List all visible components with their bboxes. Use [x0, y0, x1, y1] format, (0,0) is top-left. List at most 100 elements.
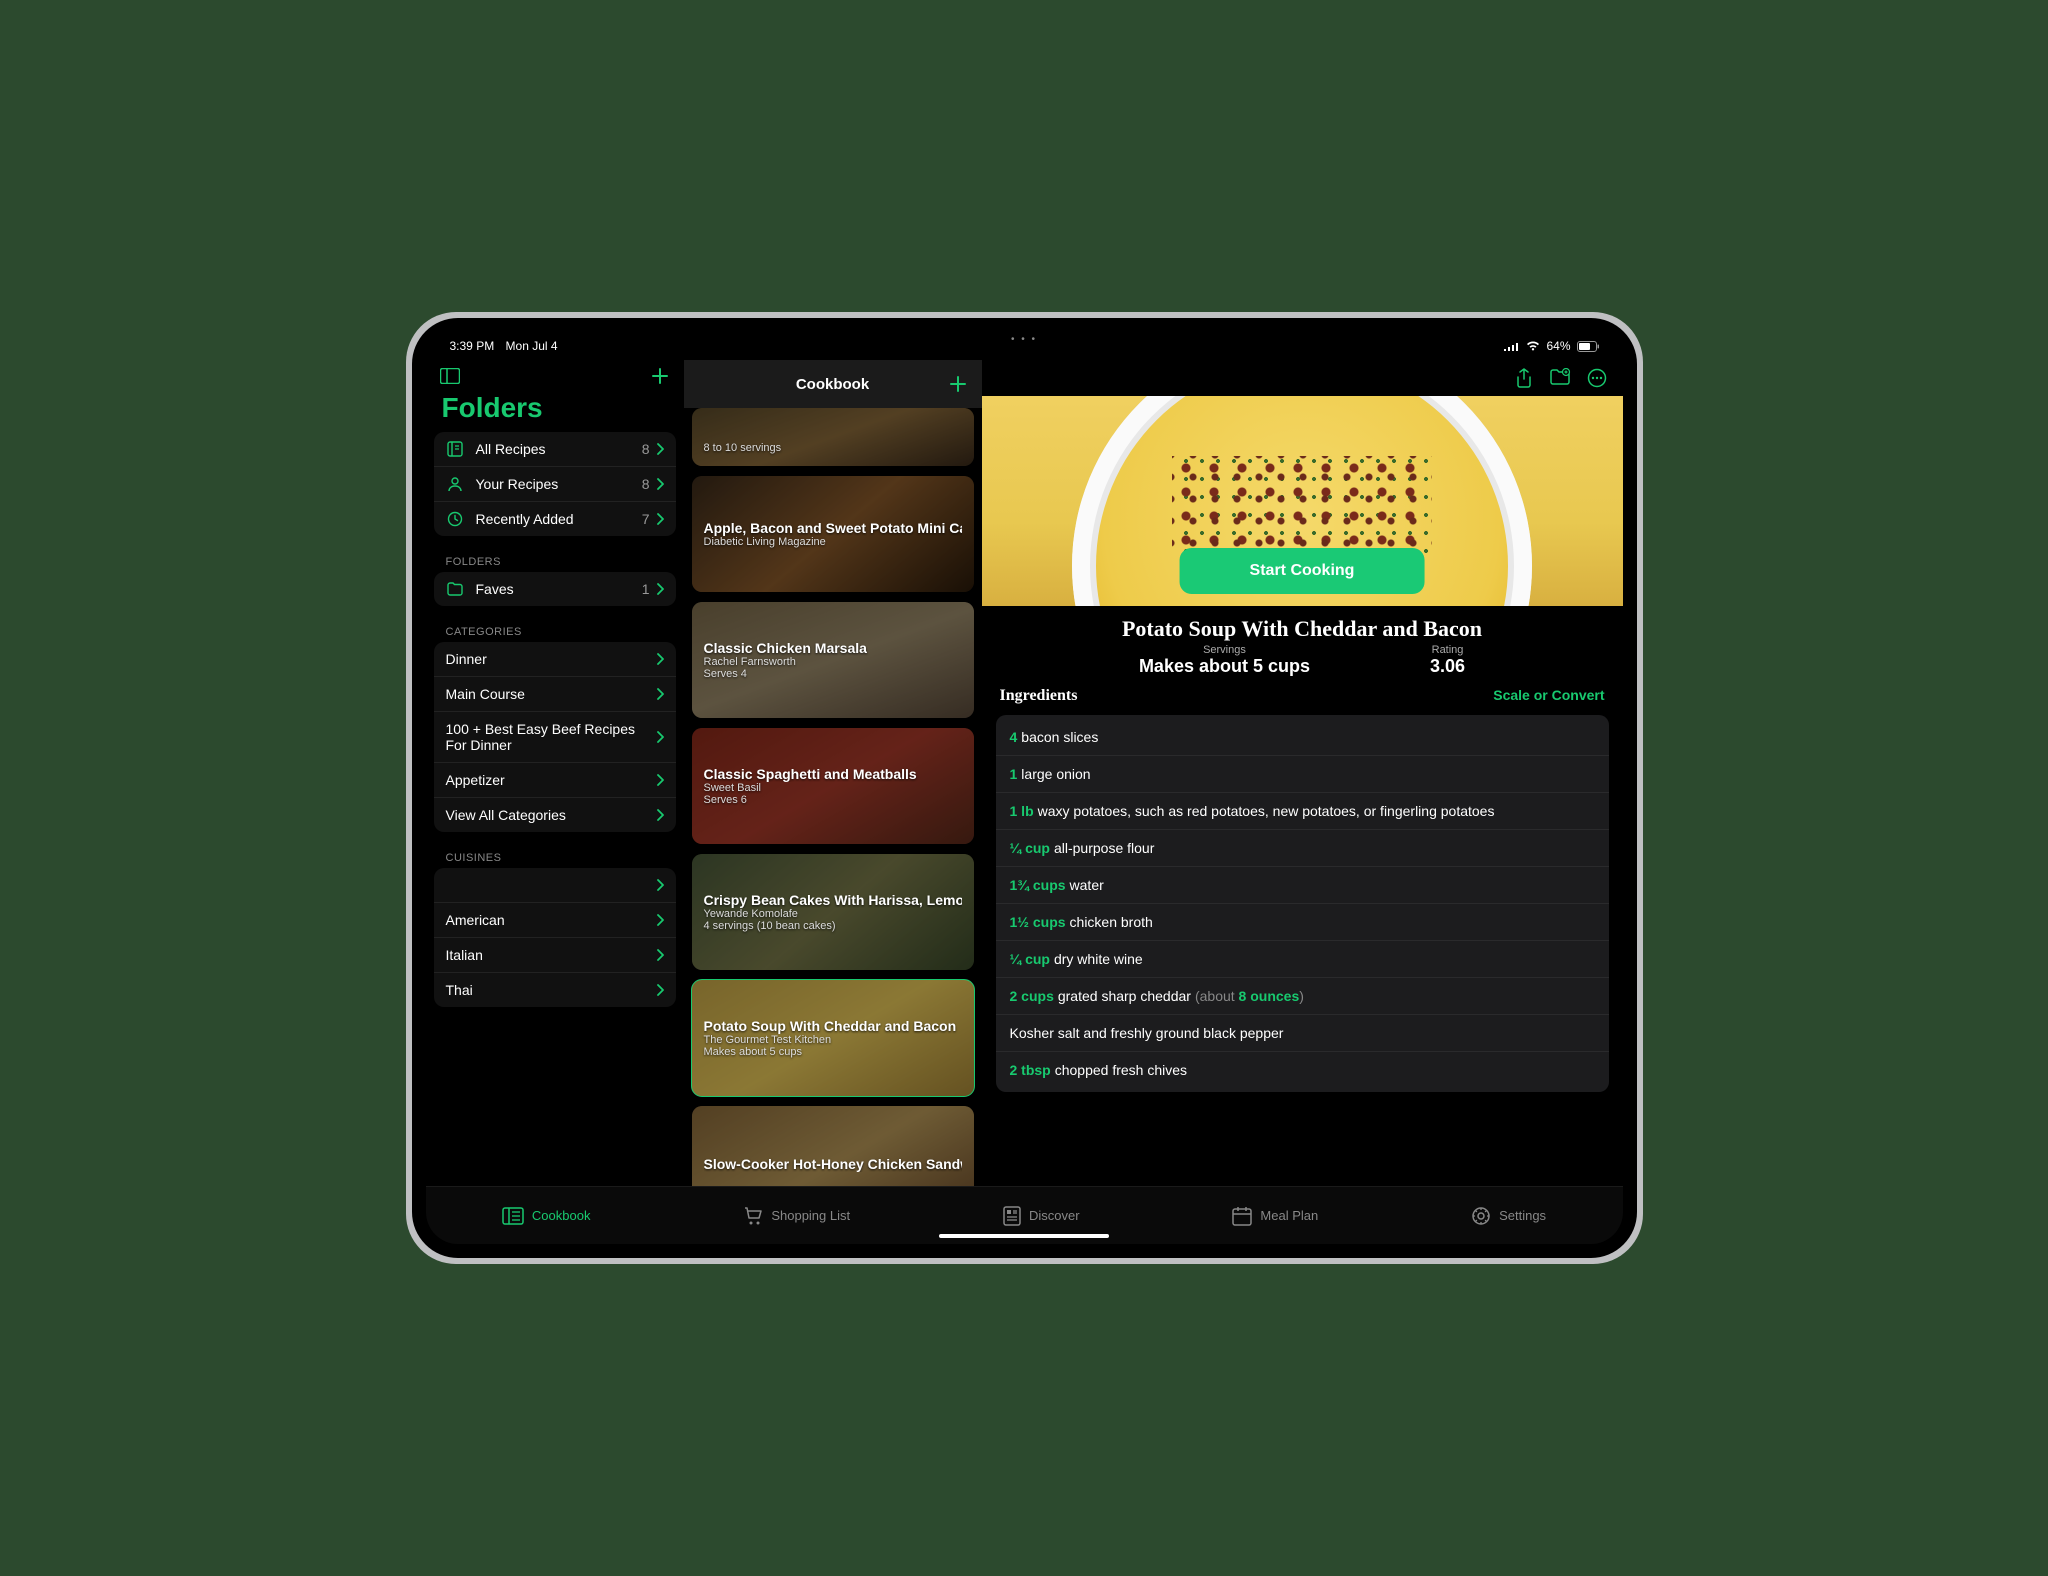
- tab-cookbook[interactable]: Cookbook: [502, 1207, 591, 1225]
- recipe-card-title: Crispy Bean Cakes With Harissa, Lemon an: [704, 892, 962, 908]
- ingredient-amount: 1¾ cups: [1010, 877, 1066, 893]
- tab-label: Shopping List: [771, 1208, 850, 1223]
- sidebar-cuisine[interactable]: American: [434, 902, 676, 937]
- chevron-right-icon: [656, 478, 664, 490]
- row-label: Faves: [476, 581, 642, 597]
- sidebar-category[interactable]: 100 + Best Easy Beef Recipes For Dinner: [434, 711, 676, 762]
- camera-dots: • • •: [1011, 334, 1037, 345]
- add-folder-icon[interactable]: [650, 366, 670, 386]
- chevron-right-icon: [656, 914, 664, 926]
- ingredient-row[interactable]: 2 cups grated sharp cheddar (about 8 oun…: [996, 977, 1609, 1014]
- tab-icon: [1471, 1206, 1491, 1226]
- recipe-card[interactable]: Classic Chicken MarsalaRachel Farnsworth…: [692, 602, 974, 718]
- sidebar-category[interactable]: Appetizer: [434, 762, 676, 797]
- ingredient-row[interactable]: 1 large onion: [996, 755, 1609, 792]
- tab-icon: [502, 1207, 524, 1225]
- rating-value: 3.06: [1430, 656, 1465, 677]
- ingredient-hint: (about 8 ounces): [1195, 988, 1304, 1004]
- sidebar-item-all-recipes[interactable]: All Recipes8: [434, 432, 676, 466]
- ingredient-row[interactable]: 1 lb waxy potatoes, such as red potatoes…: [996, 792, 1609, 829]
- status-battery: 64%: [1546, 339, 1570, 353]
- ingredient-text: Kosher salt and freshly ground black pep…: [1010, 1025, 1284, 1041]
- recipe-card-servings: 8 to 10 servings: [704, 442, 962, 454]
- recipe-card[interactable]: Apple, Bacon and Sweet Potato Mini Casse…: [692, 476, 974, 592]
- home-indicator: [939, 1234, 1109, 1238]
- tab-icon: [1003, 1206, 1021, 1226]
- recipe-card-subtitle: The Gourmet Test Kitchen: [704, 1034, 962, 1046]
- ingredient-row[interactable]: ¼ cup all-purpose flour: [996, 829, 1609, 866]
- wifi-icon: [1526, 341, 1540, 351]
- chevron-right-icon: [656, 443, 664, 455]
- row-count: 8: [642, 476, 650, 492]
- sidebar-cuisine[interactable]: [434, 868, 676, 902]
- start-cooking-button[interactable]: Start Cooking: [1180, 548, 1425, 594]
- recipe-card-title: Potato Soup With Cheddar and Bacon: [704, 1018, 962, 1034]
- clock-icon: [446, 511, 464, 527]
- view-all-categories[interactable]: View All Categories: [434, 797, 676, 832]
- tab-discover[interactable]: Discover: [1003, 1206, 1080, 1226]
- sidebar-category[interactable]: Dinner: [434, 642, 676, 676]
- recipe-card-subtitle: Sweet Basil: [704, 782, 962, 794]
- ingredient-row[interactable]: Kosher salt and freshly ground black pep…: [996, 1014, 1609, 1051]
- recipe-card-servings: 4 servings (10 bean cakes): [704, 920, 962, 932]
- sidebar-item-your-recipes[interactable]: Your Recipes8: [434, 466, 676, 501]
- tab-label: Settings: [1499, 1208, 1546, 1223]
- ingredients-list: 4 bacon slices1 large onion1 lb waxy pot…: [996, 715, 1609, 1092]
- chevron-right-icon: [656, 688, 664, 700]
- sidebar-toggle-icon[interactable]: [440, 368, 460, 384]
- ingredient-text: chopped fresh chives: [1055, 1062, 1187, 1078]
- recipe-card[interactable]: Potato Soup With Cheddar and BaconThe Go…: [692, 980, 974, 1096]
- recipe-detail-column: Start Cooking Potato Soup With Cheddar a…: [982, 360, 1623, 1186]
- tab-shopping-list[interactable]: Shopping List: [743, 1206, 850, 1226]
- ingredient-text: chicken broth: [1070, 914, 1153, 930]
- sidebar-title: Folders: [434, 388, 676, 432]
- tab-meal-plan[interactable]: Meal Plan: [1232, 1206, 1318, 1226]
- sidebar-category[interactable]: Main Course: [434, 676, 676, 711]
- scale-convert-button[interactable]: Scale or Convert: [1493, 687, 1604, 705]
- recipe-card-title: Slow-Cooker Hot-Honey Chicken Sandwich: [704, 1156, 962, 1172]
- rating-label: Rating: [1430, 644, 1465, 656]
- move-folder-icon[interactable]: [1549, 368, 1571, 388]
- ingredient-amount: ¼ cup: [1010, 951, 1050, 967]
- ingredient-row[interactable]: ¼ cup dry white wine: [996, 940, 1609, 977]
- tab-bar: Cookbook Shopping List Discover Meal Plan Se…: [426, 1186, 1623, 1244]
- tab-settings[interactable]: Settings: [1471, 1206, 1546, 1226]
- add-recipe-icon[interactable]: [948, 374, 968, 394]
- more-icon[interactable]: [1587, 368, 1607, 388]
- ingredient-row[interactable]: 2 tbsp chopped fresh chives: [996, 1051, 1609, 1088]
- recipe-card[interactable]: Classic Spaghetti and MeatballsSweet Bas…: [692, 728, 974, 844]
- chevron-right-icon: [656, 879, 664, 891]
- row-count: 7: [642, 511, 650, 527]
- row-count: 8: [642, 441, 650, 457]
- recipe-title: Potato Soup With Cheddar and Bacon: [982, 606, 1623, 644]
- categories-section-header: CATEGORIES: [434, 616, 676, 642]
- ingredient-row[interactable]: 4 bacon slices: [996, 719, 1609, 755]
- ingredient-amount: 1: [1010, 766, 1018, 782]
- recipe-list-header: Cookbook: [796, 376, 869, 393]
- sidebar-item-recently-added[interactable]: Recently Added7: [434, 501, 676, 536]
- sidebar-cuisine[interactable]: Italian: [434, 937, 676, 972]
- chevron-right-icon: [656, 583, 664, 595]
- chevron-right-icon: [656, 949, 664, 961]
- sidebar-cuisine[interactable]: Thai: [434, 972, 676, 1007]
- recipe-card[interactable]: Crispy Bean Cakes With Harissa, Lemon an…: [692, 854, 974, 970]
- chevron-right-icon: [656, 513, 664, 525]
- tab-label: Discover: [1029, 1208, 1080, 1223]
- chevron-right-icon: [656, 774, 664, 786]
- recipe-card[interactable]: 8 to 10 servings: [692, 408, 974, 466]
- sidebar-folder-faves[interactable]: Faves1: [434, 572, 676, 606]
- recipe-card-servings: Serves 4: [704, 668, 962, 680]
- row-label: 100 + Best Easy Beef Recipes For Dinner: [446, 721, 656, 753]
- ingredient-row[interactable]: 1¾ cups water: [996, 866, 1609, 903]
- ingredient-row[interactable]: 1½ cups chicken broth: [996, 903, 1609, 940]
- row-label: View All Categories: [446, 807, 656, 823]
- tab-icon: [1232, 1206, 1252, 1226]
- share-icon[interactable]: [1515, 368, 1533, 388]
- recipe-card-subtitle: Diabetic Living Magazine: [704, 536, 962, 548]
- book-icon: [446, 441, 464, 457]
- recipe-card[interactable]: Slow-Cooker Hot-Honey Chicken Sandwich: [692, 1106, 974, 1186]
- row-label: American: [446, 912, 656, 928]
- row-label: Appetizer: [446, 772, 656, 788]
- chevron-right-icon: [656, 653, 664, 665]
- signal-icon: [1504, 341, 1520, 351]
